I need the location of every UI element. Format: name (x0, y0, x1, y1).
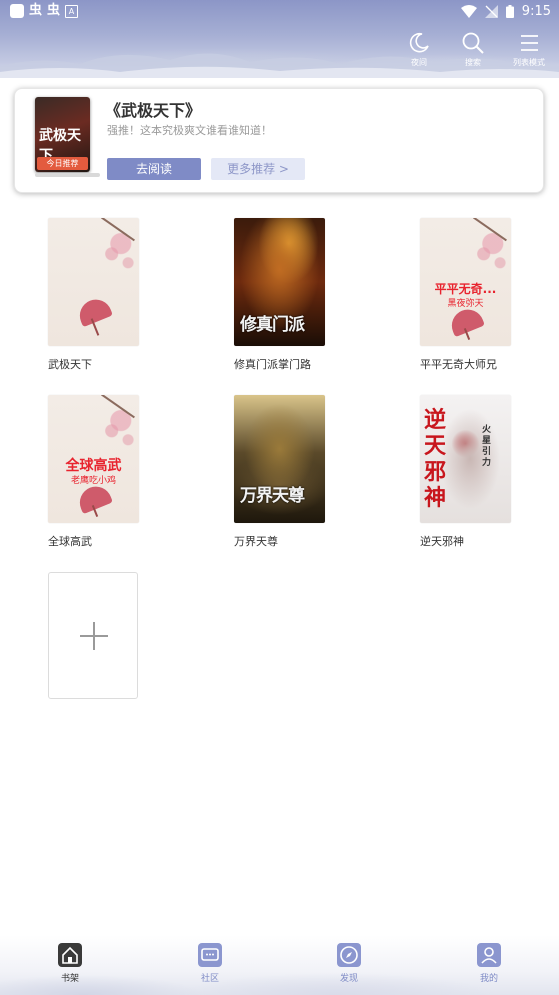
book-cover[interactable]: 逆天邪神 火星引力 (420, 395, 511, 523)
book-title: 逆天邪神 (420, 535, 464, 548)
plum-branch (101, 395, 135, 419)
recommendation-title: 《武极天下》 (105, 101, 202, 120)
status-left: 虫 虫 A (10, 3, 79, 18)
add-book-button[interactable] (48, 572, 138, 699)
search-label: 搜索 (465, 58, 481, 67)
notification-glyph: 虫 (29, 3, 43, 18)
status-time: 9:15 (521, 4, 551, 19)
cover-calligraphy: 逆天邪神 (424, 407, 447, 511)
nav-discover[interactable]: 发现 (319, 943, 379, 984)
header-actions: 夜间 搜索 列表模式 (401, 30, 549, 68)
search-button[interactable]: 搜索 (455, 30, 491, 68)
compass-icon (337, 943, 361, 967)
nav-profile[interactable]: 我的 (459, 943, 519, 984)
header: 虫 虫 A 9:15 夜间 搜索 列表模式 (0, 0, 559, 78)
list-mode-button[interactable]: 列表模式 (509, 30, 549, 68)
cover-title-text: 全球高武 (65, 458, 122, 474)
list-icon (521, 35, 538, 51)
notification-glyph: 虫 (47, 3, 61, 18)
book-cover[interactable]: 修真门派 (234, 218, 325, 346)
nav-bookshelf-label: 书架 (60, 974, 79, 984)
book-title: 平平无奇大师兄 (420, 358, 497, 371)
cover-calligraphy: 万界天尊 (240, 486, 305, 506)
book-cover[interactable]: 万界天尊 (234, 395, 325, 523)
book-item[interactable]: 逆天邪神 火星引力 逆天邪神 (420, 395, 540, 549)
book-item[interactable]: 修真门派 修真门派掌门路 (234, 218, 354, 372)
today-recommend-ribbon: 今日推荐 (37, 157, 88, 170)
book-cover[interactable]: 平平无奇... 黑夜弥天 (420, 218, 511, 346)
cover-author-text: 黑夜弥天 (447, 299, 484, 309)
search-icon (462, 32, 484, 54)
book-title: 武极天下 (48, 358, 92, 371)
book-title: 修真门派掌门路 (234, 358, 311, 371)
bottom-nav: 书架 社区 发现 我的 (0, 935, 559, 995)
cover-shelf-shadow (35, 173, 100, 177)
list-mode-label: 列表模式 (513, 58, 545, 67)
cover-author-text: 老鹰吃小鸡 (70, 476, 116, 486)
book-title: 全球高武 (48, 535, 92, 548)
nav-profile-label: 我的 (479, 974, 498, 984)
recommendation-cover[interactable]: 武极天下 今日推荐 (35, 97, 90, 172)
bookshelf-icon (58, 943, 82, 967)
a-box-icon: A (65, 4, 79, 18)
book-item[interactable]: 平平无奇... 黑夜弥天 平平无奇大师兄 (420, 218, 540, 372)
profile-icon (477, 943, 501, 967)
app-notification-icon (10, 4, 24, 18)
nav-bookshelf[interactable]: 书架 (40, 943, 100, 984)
battery-icon (505, 5, 514, 18)
plus-icon (93, 622, 95, 650)
book-cover[interactable] (48, 218, 139, 346)
book-cover[interactable]: 全球高武 老鹰吃小鸡 (48, 395, 139, 523)
nav-community[interactable]: 社区 (180, 943, 240, 984)
plum-branch (473, 218, 507, 242)
book-title: 万界天尊 (234, 535, 278, 548)
nav-community-label: 社区 (200, 974, 219, 984)
night-mode-label: 夜间 (411, 58, 427, 67)
cover-calligraphy: 修真门派 (240, 315, 305, 335)
status-bar: 虫 虫 A 9:15 (0, 0, 559, 24)
book-item[interactable]: 万界天尊 万界天尊 (234, 395, 354, 549)
book-item[interactable]: 全球高武 老鹰吃小鸡 全球高武 (48, 395, 168, 549)
recommendation-subtitle: 强推！这本究极爽文谁看谁知道！ (107, 124, 272, 137)
signal-icon (484, 5, 498, 18)
wifi-icon (460, 5, 477, 18)
community-icon (198, 943, 222, 967)
status-right: 9:15 (460, 4, 551, 19)
night-mode-button[interactable]: 夜间 (401, 30, 437, 68)
go-read-button[interactable]: 去阅读 (107, 158, 201, 180)
plum-branch (101, 218, 135, 242)
cover-title-text: 平平无奇... (434, 282, 497, 296)
recommendation-card[interactable]: 武极天下 今日推荐 《武极天下》 强推！这本究极爽文谁看谁知道！ 去阅读 更多推… (14, 88, 544, 193)
book-item[interactable]: 武极天下 (48, 218, 168, 372)
more-recommendations-button[interactable]: 更多推荐 > (211, 158, 305, 180)
moon-icon (409, 32, 429, 53)
nav-discover-label: 发现 (339, 974, 358, 984)
cover-author-text: 火星引力 (482, 425, 492, 468)
